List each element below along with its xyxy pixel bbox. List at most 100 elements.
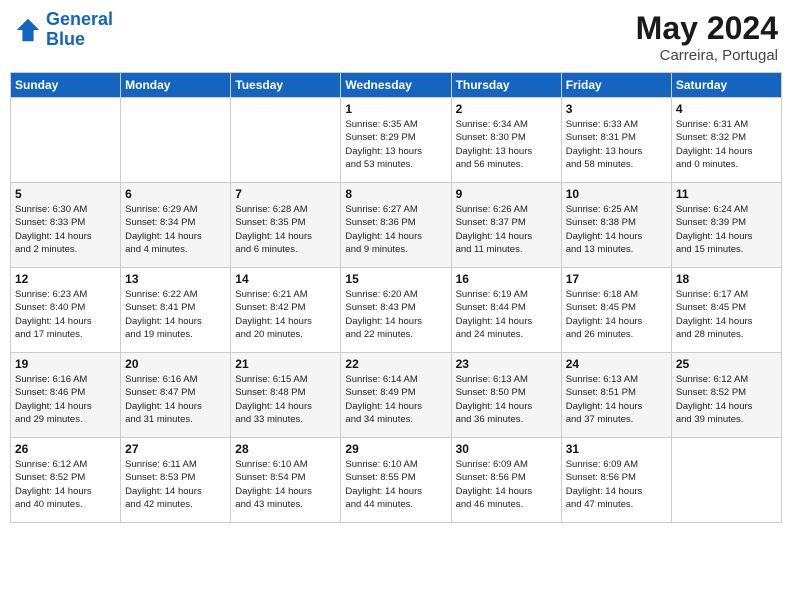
day-number: 13 (125, 272, 226, 286)
day-number: 28 (235, 442, 336, 456)
day-info: Sunrise: 6:13 AM Sunset: 8:51 PM Dayligh… (566, 373, 667, 426)
day-info: Sunrise: 6:21 AM Sunset: 8:42 PM Dayligh… (235, 288, 336, 341)
calendar-week-4: 19Sunrise: 6:16 AM Sunset: 8:46 PM Dayli… (11, 353, 782, 438)
day-number: 10 (566, 187, 667, 201)
day-number: 12 (15, 272, 116, 286)
calendar-cell: 27 Sunrise: 6:11 AM Sunset: 8:53 PM Dayli… (121, 438, 231, 523)
weekday-header-tuesday: Tuesday (231, 73, 341, 98)
calendar-cell (671, 438, 781, 523)
calendar-cell: 3 Sunrise: 6:33 AM Sunset: 8:31 PM Daylig… (561, 98, 671, 183)
day-info: Sunrise: 6:25 AM Sunset: 8:38 PM Dayligh… (566, 203, 667, 256)
calendar-cell: 21 Sunrise: 6:15 AM Sunset: 8:48 PM Dayli… (231, 353, 341, 438)
calendar-cell (11, 98, 121, 183)
day-info: Sunrise: 6:18 AM Sunset: 8:45 PM Dayligh… (566, 288, 667, 341)
calendar-cell (121, 98, 231, 183)
weekday-header-thursday: Thursday (451, 73, 561, 98)
day-info: Sunrise: 6:29 AM Sunset: 8:34 PM Dayligh… (125, 203, 226, 256)
day-info: Sunrise: 6:27 AM Sunset: 8:36 PM Dayligh… (345, 203, 446, 256)
weekday-header-row: SundayMondayTuesdayWednesdayThursdayFrid… (11, 73, 782, 98)
calendar-week-5: 26Sunrise: 6:12 AM Sunset: 8:52 PM Dayli… (11, 438, 782, 523)
day-number: 6 (125, 187, 226, 201)
day-info: Sunrise: 6:23 AM Sunset: 8:40 PM Dayligh… (15, 288, 116, 341)
weekday-header-wednesday: Wednesday (341, 73, 451, 98)
calendar-cell: 17 Sunrise: 6:18 AM Sunset: 8:45 PM Dayli… (561, 268, 671, 353)
calendar-cell: 19Sunrise: 6:16 AM Sunset: 8:46 PM Dayli… (11, 353, 121, 438)
calendar-cell: 16Sunrise: 6:19 AM Sunset: 8:44 PM Dayli… (451, 268, 561, 353)
day-info: Sunrise: 6:22 AM Sunset: 8:41 PM Dayligh… (125, 288, 226, 341)
day-info: Sunrise: 6:20 AM Sunset: 8:43 PM Dayligh… (345, 288, 446, 341)
day-number: 26 (15, 442, 116, 456)
day-info: Sunrise: 6:30 AM Sunset: 8:33 PM Dayligh… (15, 203, 116, 256)
calendar-cell: 20Sunrise: 6:16 AM Sunset: 8:47 PM Dayli… (121, 353, 231, 438)
day-info: Sunrise: 6:17 AM Sunset: 8:45 PM Dayligh… (676, 288, 777, 341)
calendar-week-1: 1 Sunrise: 6:35 AM Sunset: 8:29 PM Daylig… (11, 98, 782, 183)
logo: General Blue (14, 10, 113, 50)
calendar-cell: 29Sunrise: 6:10 AM Sunset: 8:55 PM Dayli… (341, 438, 451, 523)
day-number: 24 (566, 357, 667, 371)
calendar-cell: 11 Sunrise: 6:24 AM Sunset: 8:39 PM Dayli… (671, 183, 781, 268)
calendar-table: SundayMondayTuesdayWednesdayThursdayFrid… (10, 72, 782, 523)
day-info: Sunrise: 6:26 AM Sunset: 8:37 PM Dayligh… (456, 203, 557, 256)
day-info: Sunrise: 6:24 AM Sunset: 8:39 PM Dayligh… (676, 203, 777, 256)
calendar-cell: 10 Sunrise: 6:25 AM Sunset: 8:38 PM Dayli… (561, 183, 671, 268)
calendar-cell: 1 Sunrise: 6:35 AM Sunset: 8:29 PM Daylig… (341, 98, 451, 183)
location: Carreira, Portugal (636, 47, 778, 64)
day-info: Sunrise: 6:35 AM Sunset: 8:29 PM Dayligh… (345, 118, 446, 171)
day-info: Sunrise: 6:34 AM Sunset: 8:30 PM Dayligh… (456, 118, 557, 171)
day-number: 29 (345, 442, 446, 456)
calendar-cell: 12 Sunrise: 6:23 AM Sunset: 8:40 PM Dayli… (11, 268, 121, 353)
logo-text: General Blue (46, 10, 113, 50)
day-info: Sunrise: 6:14 AM Sunset: 8:49 PM Dayligh… (345, 373, 446, 426)
day-number: 17 (566, 272, 667, 286)
day-number: 22 (345, 357, 446, 371)
calendar-cell: 7Sunrise: 6:28 AM Sunset: 8:35 PM Daylig… (231, 183, 341, 268)
day-number: 9 (456, 187, 557, 201)
calendar-cell: 6 Sunrise: 6:29 AM Sunset: 8:34 PM Daylig… (121, 183, 231, 268)
day-number: 7 (235, 187, 336, 201)
day-number: 3 (566, 102, 667, 116)
calendar-cell: 25 Sunrise: 6:12 AM Sunset: 8:52 PM Dayli… (671, 353, 781, 438)
calendar-cell (231, 98, 341, 183)
calendar-cell: 22 Sunrise: 6:14 AM Sunset: 8:49 PM Dayli… (341, 353, 451, 438)
page-header: General Blue May 2024 Carreira, Portugal (10, 10, 782, 64)
calendar-cell: 18 Sunrise: 6:17 AM Sunset: 8:45 PM Dayli… (671, 268, 781, 353)
day-info: Sunrise: 6:15 AM Sunset: 8:48 PM Dayligh… (235, 373, 336, 426)
calendar-cell: 23 Sunrise: 6:13 AM Sunset: 8:50 PM Dayli… (451, 353, 561, 438)
month-title: May 2024 (636, 10, 778, 47)
calendar-week-2: 5 Sunrise: 6:30 AM Sunset: 8:33 PM Daylig… (11, 183, 782, 268)
calendar-cell: 13 Sunrise: 6:22 AM Sunset: 8:41 PM Dayli… (121, 268, 231, 353)
day-info: Sunrise: 6:12 AM Sunset: 8:52 PM Dayligh… (676, 373, 777, 426)
day-number: 19 (15, 357, 116, 371)
weekday-header-sunday: Sunday (11, 73, 121, 98)
day-info: Sunrise: 6:13 AM Sunset: 8:50 PM Dayligh… (456, 373, 557, 426)
calendar-cell: 5 Sunrise: 6:30 AM Sunset: 8:33 PM Daylig… (11, 183, 121, 268)
day-number: 25 (676, 357, 777, 371)
day-number: 23 (456, 357, 557, 371)
calendar-cell: 26Sunrise: 6:12 AM Sunset: 8:52 PM Dayli… (11, 438, 121, 523)
logo-icon (14, 16, 42, 44)
day-number: 18 (676, 272, 777, 286)
calendar-cell: 4Sunrise: 6:31 AM Sunset: 8:32 PM Daylig… (671, 98, 781, 183)
calendar-cell: 24 Sunrise: 6:13 AM Sunset: 8:51 PM Dayli… (561, 353, 671, 438)
day-number: 21 (235, 357, 336, 371)
calendar-cell: 15Sunrise: 6:20 AM Sunset: 8:43 PM Dayli… (341, 268, 451, 353)
weekday-header-saturday: Saturday (671, 73, 781, 98)
calendar-cell: 28 Sunrise: 6:10 AM Sunset: 8:54 PM Dayli… (231, 438, 341, 523)
logo-line1: General (46, 9, 113, 29)
calendar-cell: 8Sunrise: 6:27 AM Sunset: 8:36 PM Daylig… (341, 183, 451, 268)
day-number: 27 (125, 442, 226, 456)
day-info: Sunrise: 6:11 AM Sunset: 8:53 PM Dayligh… (125, 458, 226, 511)
logo-line2: Blue (46, 29, 85, 49)
day-number: 5 (15, 187, 116, 201)
day-info: Sunrise: 6:10 AM Sunset: 8:54 PM Dayligh… (235, 458, 336, 511)
calendar-body: 1 Sunrise: 6:35 AM Sunset: 8:29 PM Daylig… (11, 98, 782, 523)
day-number: 11 (676, 187, 777, 201)
day-number: 2 (456, 102, 557, 116)
calendar-cell: 2 Sunrise: 6:34 AM Sunset: 8:30 PM Daylig… (451, 98, 561, 183)
day-number: 20 (125, 357, 226, 371)
day-number: 1 (345, 102, 446, 116)
day-info: Sunrise: 6:33 AM Sunset: 8:31 PM Dayligh… (566, 118, 667, 171)
title-block: May 2024 Carreira, Portugal (636, 10, 778, 64)
day-number: 4 (676, 102, 777, 116)
day-number: 14 (235, 272, 336, 286)
